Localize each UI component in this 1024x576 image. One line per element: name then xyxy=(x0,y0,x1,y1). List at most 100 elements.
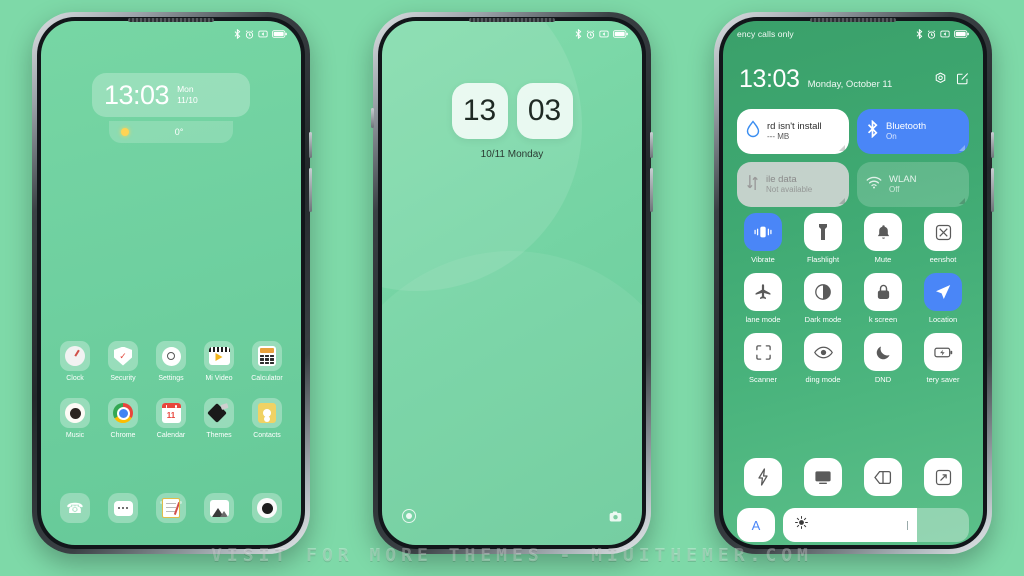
volume-button[interactable] xyxy=(650,132,653,158)
app-clock[interactable]: Clock xyxy=(51,341,99,382)
status-bar-cc: ency calls only xyxy=(723,21,983,47)
toggle-scanner[interactable]: Scanner xyxy=(737,333,789,384)
app-calculator[interactable]: Calculator xyxy=(243,341,291,382)
toggle-screenshot[interactable]: eenshot xyxy=(917,213,969,264)
sun-icon xyxy=(121,128,129,136)
eye-icon xyxy=(804,333,842,371)
home-weather-widget[interactable]: 0° xyxy=(109,121,233,143)
toggle-label: Location xyxy=(928,315,958,324)
storage-drop-icon xyxy=(746,120,760,143)
toggle-airplane-mode[interactable]: lane mode xyxy=(737,273,789,324)
edit-icon[interactable] xyxy=(956,72,969,90)
expand-corner-icon[interactable] xyxy=(839,198,845,204)
tile-bluetooth-title: Bluetooth xyxy=(886,120,927,132)
toggle-cast[interactable] xyxy=(797,458,849,500)
settings-gear-icon[interactable] xyxy=(934,72,947,90)
camera-icon[interactable] xyxy=(252,493,282,523)
toggle-label: eenshot xyxy=(929,255,957,264)
flashlight-icon[interactable] xyxy=(402,509,416,523)
app-calendar[interactable]: 11 Calendar xyxy=(147,398,195,439)
lock-screen: 13 03 10/11 Monday xyxy=(382,21,642,545)
toggle-lock-screen[interactable]: k screen xyxy=(857,273,909,324)
alarm-icon xyxy=(245,29,254,39)
cc-bottom-row xyxy=(737,458,969,500)
gallery-icon[interactable] xyxy=(204,493,234,523)
calendar-icon: 11 xyxy=(156,398,186,428)
volume-button[interactable] xyxy=(991,132,994,158)
app-label: Contacts xyxy=(253,432,281,439)
toggle-tag[interactable] xyxy=(857,458,909,500)
toggle-label: tery saver xyxy=(926,375,960,384)
auto-brightness-button[interactable]: A xyxy=(737,508,775,542)
notes-icon[interactable] xyxy=(156,493,186,523)
toggle-label: Scanner xyxy=(749,375,777,384)
brightness-slider[interactable] xyxy=(783,508,969,542)
toggle-reading-mode[interactable]: ding mode xyxy=(797,333,849,384)
toggle-battery-saver[interactable]: tery saver xyxy=(917,333,969,384)
toggle-mute[interactable]: Mute xyxy=(857,213,909,264)
power-button[interactable] xyxy=(991,168,994,212)
tile-bluetooth[interactable]: Bluetooth On xyxy=(857,109,969,154)
power-button[interactable] xyxy=(309,168,312,212)
tile-wlan[interactable]: WLAN Off xyxy=(857,162,969,207)
app-themes[interactable]: Themes xyxy=(195,398,243,439)
moon-icon xyxy=(864,333,902,371)
expand-corner-icon[interactable] xyxy=(839,145,845,151)
app-chrome[interactable]: Chrome xyxy=(99,398,147,439)
brightness-handle[interactable] xyxy=(906,520,909,530)
toggle-label: DND xyxy=(874,375,892,384)
bluetooth-icon xyxy=(575,29,582,39)
status-icons xyxy=(575,29,628,39)
app-security[interactable]: ✓ Security xyxy=(99,341,147,382)
camera-icon[interactable] xyxy=(609,509,622,527)
power-button[interactable] xyxy=(650,168,653,212)
status-icons xyxy=(234,29,287,39)
control-center-screen: ency calls only 13:03 Monday, October 11… xyxy=(723,21,983,545)
shield-icon: ✓ xyxy=(108,341,138,371)
tile-storage[interactable]: rd isn't install --- MB xyxy=(737,109,849,154)
toggle-dnd[interactable]: DND xyxy=(857,333,909,384)
clock-icon xyxy=(60,341,90,371)
chrome-icon xyxy=(108,398,138,428)
calculator-icon xyxy=(252,341,282,371)
vibrate-icon xyxy=(599,30,609,38)
toggle-label: ding mode xyxy=(805,375,841,384)
carrier-text: ency calls only xyxy=(737,29,794,39)
lock-minute: 03 xyxy=(516,83,573,139)
tile-storage-title: rd isn't install xyxy=(767,120,822,132)
expand-corner-icon[interactable] xyxy=(959,198,965,204)
volume-button[interactable] xyxy=(309,132,312,158)
messages-icon[interactable] xyxy=(108,493,138,523)
toggle-vibrate[interactable]: Vibrate xyxy=(737,213,789,264)
lock-date: 10/11 Monday xyxy=(480,149,544,160)
toggle-flashlight[interactable]: Flashlight xyxy=(797,213,849,264)
battery-saver-icon xyxy=(924,333,962,371)
tile-mobile-data[interactable]: ile data Not available xyxy=(737,162,849,207)
tag-icon xyxy=(864,458,902,496)
app-settings[interactable]: Settings xyxy=(147,341,195,382)
contacts-icon xyxy=(252,398,282,428)
assistant-button[interactable] xyxy=(371,108,374,128)
app-mi-video[interactable]: Mi Video xyxy=(195,341,243,382)
lock-icon xyxy=(864,273,902,311)
home-clock-weekday: Mon xyxy=(177,83,194,94)
toggle-location[interactable]: Location xyxy=(917,273,969,324)
wallpaper-arc-bottom xyxy=(382,251,642,545)
expand-corner-icon[interactable] xyxy=(959,145,965,151)
tile-wlan-title: WLAN xyxy=(889,173,917,185)
app-contacts[interactable]: Contacts xyxy=(243,398,291,439)
home-clock-date: Mon 11/10 xyxy=(177,84,198,106)
alarm-icon xyxy=(927,29,936,39)
phone-icon[interactable]: ☎ xyxy=(60,493,90,523)
phone-lock-screen: 13 03 10/11 Monday xyxy=(371,12,653,554)
toggle-label: k screen xyxy=(868,315,898,324)
toggle-bolt[interactable] xyxy=(737,458,789,500)
cc-date: Monday, October 11 xyxy=(807,79,893,90)
home-clock-widget[interactable]: 13:03 Mon 11/10 xyxy=(92,73,250,117)
music-icon xyxy=(60,398,90,428)
toggle-dark-mode[interactable]: Dark mode xyxy=(797,273,849,324)
app-music[interactable]: Music xyxy=(51,398,99,439)
app-label: Settings xyxy=(158,375,184,382)
bluetooth-icon xyxy=(234,29,241,39)
toggle-expand[interactable] xyxy=(917,458,969,500)
